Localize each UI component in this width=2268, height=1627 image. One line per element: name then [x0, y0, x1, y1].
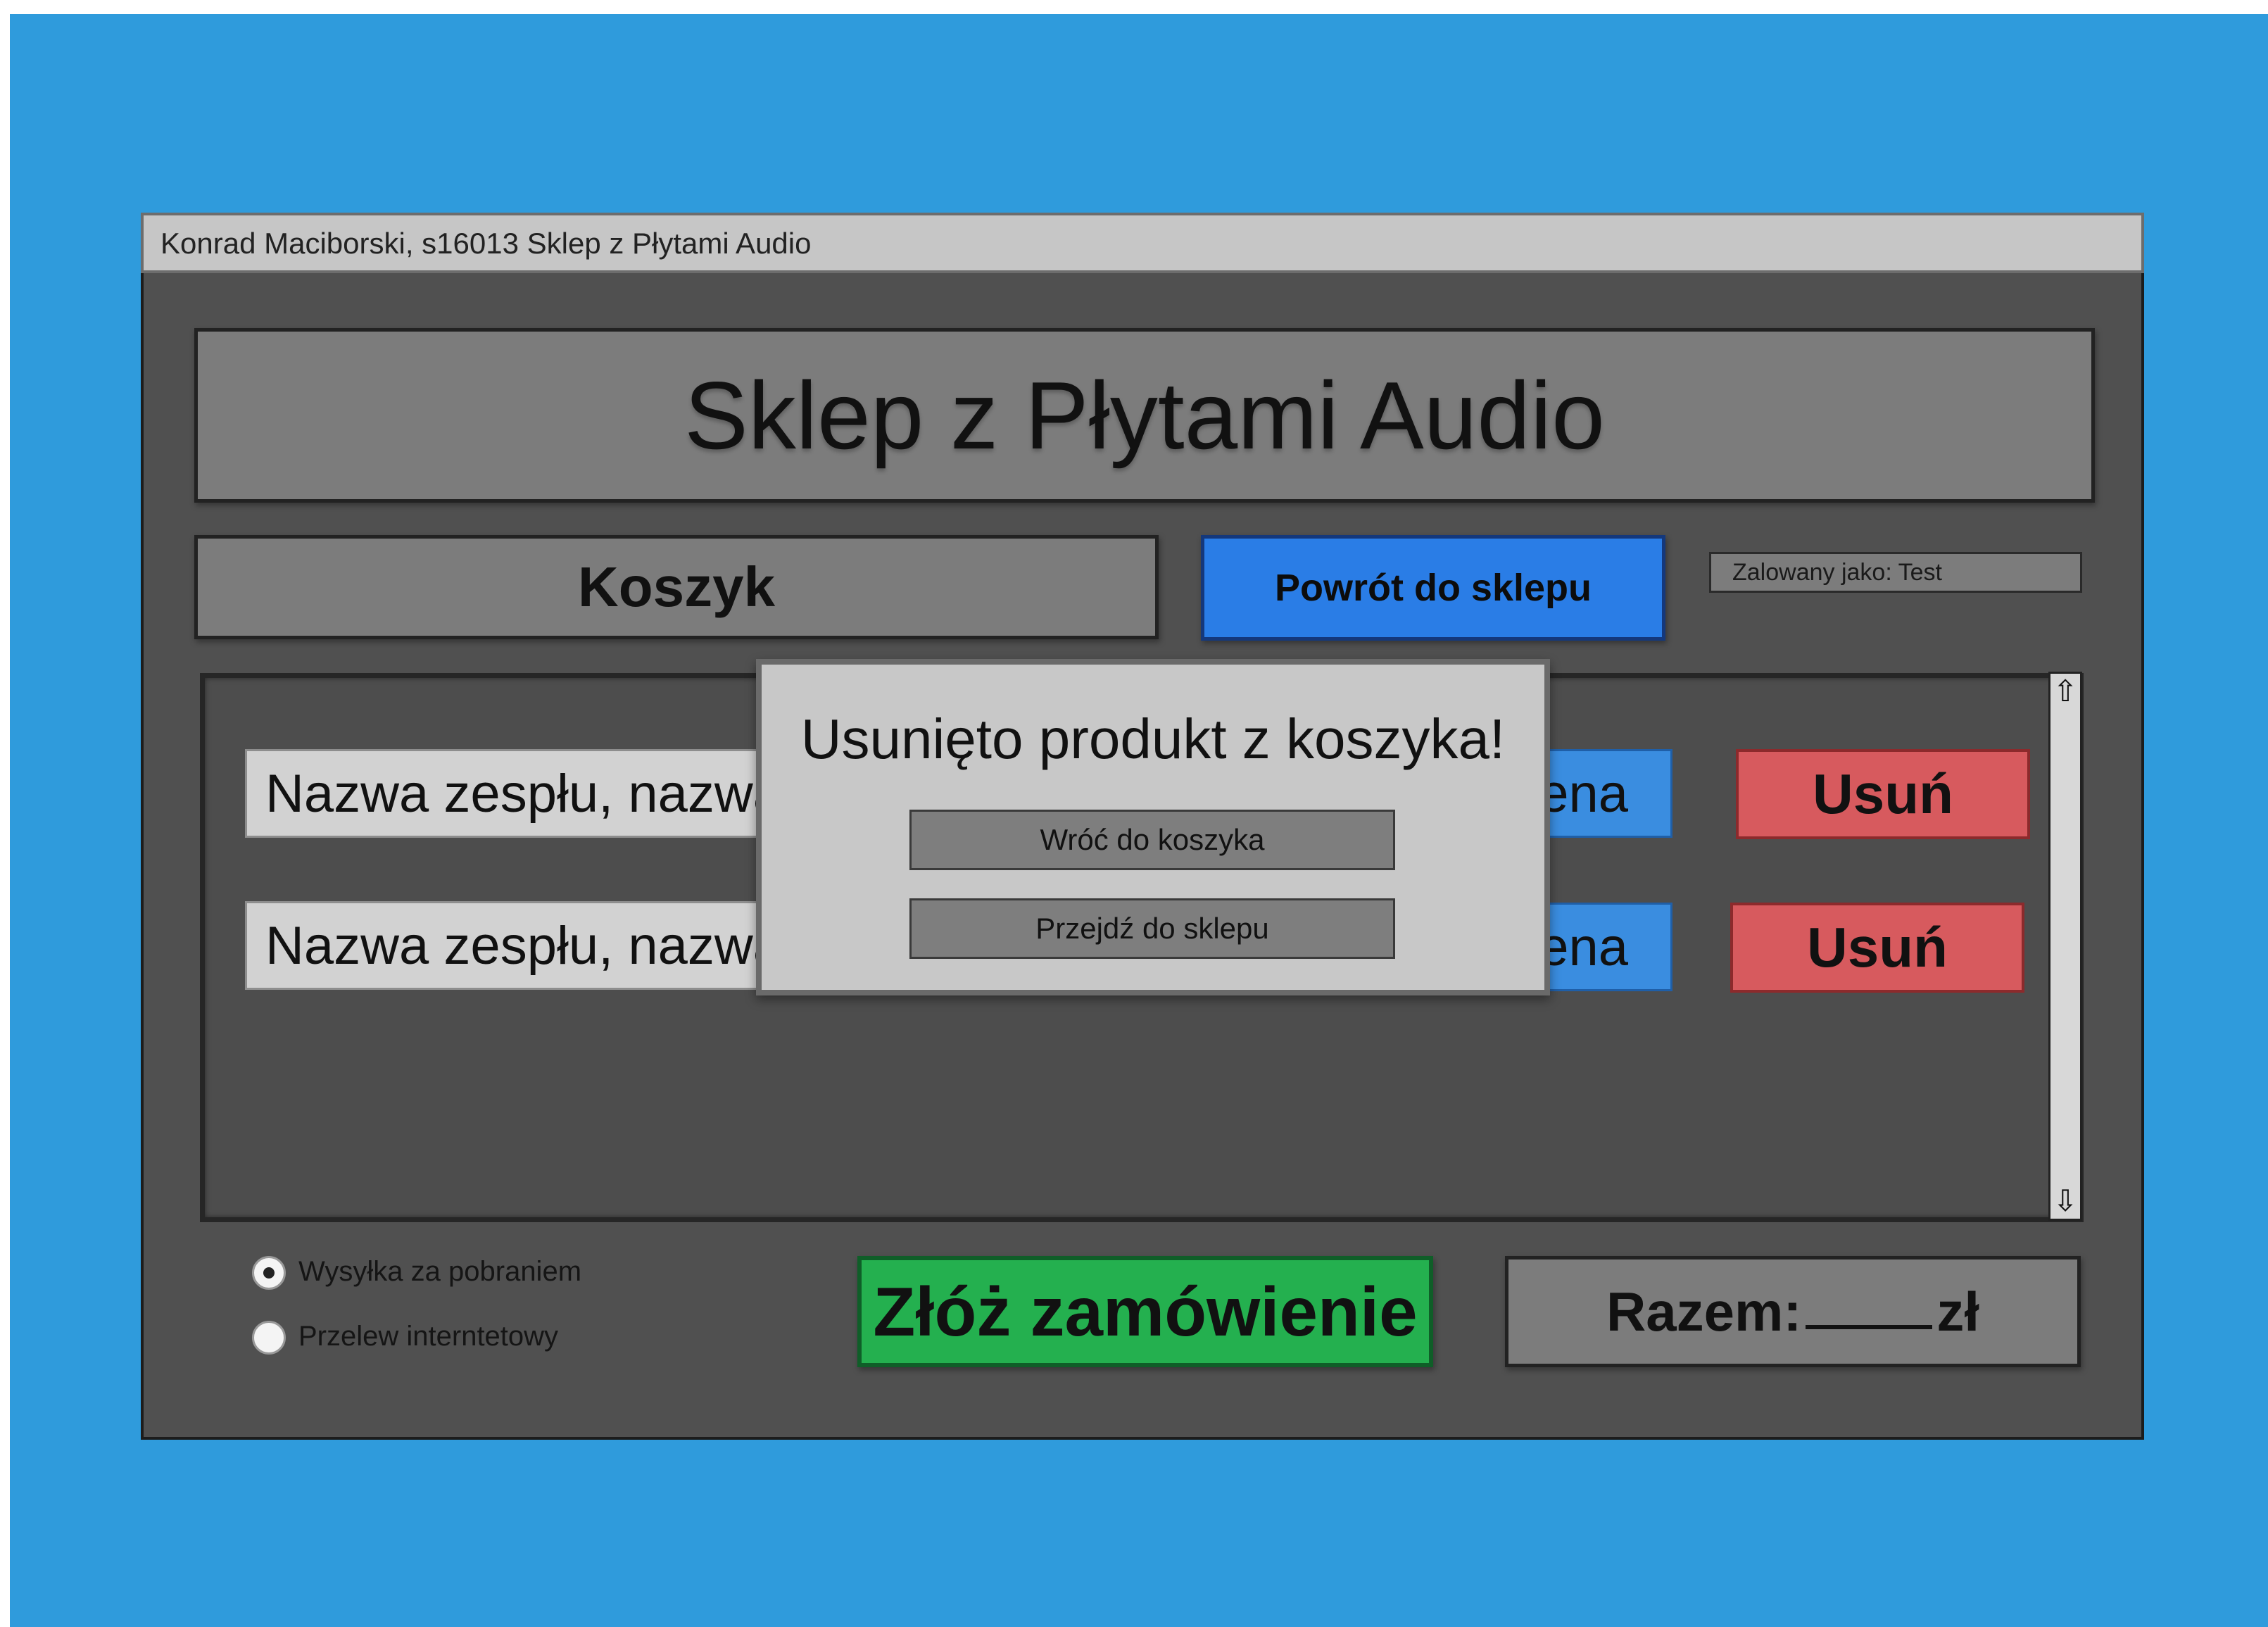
radio-cash-on-delivery[interactable]: [252, 1256, 286, 1290]
item-removed-dialog: Usunięto produkt z koszyka! Wróć do kosz…: [756, 659, 1550, 995]
radio-label-bank-transfer: Przelew interntetowy: [298, 1321, 559, 1352]
place-order-button[interactable]: Złóż zamówienie: [857, 1256, 1433, 1367]
header-banner: Sklep z Płytami Audio: [194, 328, 2095, 503]
total-label: Razem:: [1606, 1280, 1802, 1343]
arrow-down-icon[interactable]: ⇩: [2050, 1186, 2080, 1216]
radio-bank-transfer[interactable]: [252, 1321, 286, 1355]
dialog-message: Usunięto produkt z koszyka!: [800, 708, 1506, 770]
radio-selected-dot: [263, 1267, 275, 1279]
window-titlebar[interactable]: Konrad Maciborski, s16013 Sklep z Płytam…: [141, 213, 2144, 273]
radio-label-cash-on-delivery: Wysyłka za pobraniem: [298, 1256, 582, 1287]
page-title: Sklep z Płytami Audio: [684, 362, 1605, 469]
cart-scrollbar[interactable]: ⇧ ⇩: [2048, 672, 2082, 1221]
cart-item-name: Nazwa zespłu, nazwa płyty: [245, 749, 822, 838]
total-currency: zł: [1936, 1280, 1980, 1343]
logged-in-status: Zalowany jako: Test: [1709, 552, 2082, 593]
remove-item-button[interactable]: Usuń: [1736, 749, 2030, 839]
cart-section-header: Koszyk: [194, 535, 1159, 639]
window-title: Konrad Maciborski, s16013 Sklep z Płytam…: [160, 227, 812, 260]
cart-item-name: Nazwa zespłu, nazwa płyty: [245, 901, 822, 990]
remove-item-button[interactable]: Usuń: [1730, 903, 2024, 993]
cart-title: Koszyk: [577, 555, 776, 618]
back-to-shop-button[interactable]: Powrót do sklepu: [1201, 535, 1665, 641]
back-to-cart-button[interactable]: Wróć do koszyka: [909, 810, 1395, 870]
order-total: Razem: zł: [1505, 1256, 2081, 1367]
arrow-up-icon[interactable]: ⇧: [2050, 677, 2080, 706]
go-to-shop-button[interactable]: Przejdź do sklepu: [909, 898, 1395, 959]
total-value-blank: [1806, 1325, 1933, 1329]
